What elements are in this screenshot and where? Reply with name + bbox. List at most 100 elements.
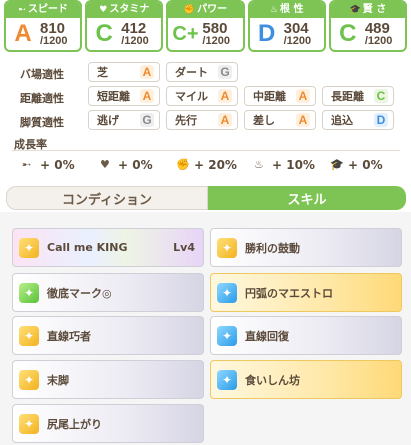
apt-grade: A xyxy=(218,89,232,103)
skill-name: 末脚 xyxy=(47,373,69,387)
skill-card[interactable]: ✦ 食いしん坊 xyxy=(210,360,402,399)
skill-card[interactable]: ✦ 勝利の鼓動 xyxy=(210,228,402,267)
growth-value: + 10% xyxy=(272,158,315,172)
heart-icon: ♥ xyxy=(99,5,108,15)
apt-name: 追込 xyxy=(331,114,353,127)
growth-value: + 0% xyxy=(40,158,75,172)
skill-icon: ✦ xyxy=(217,282,237,303)
apt-name: マイル xyxy=(175,90,208,103)
tab-condition[interactable]: コンディション xyxy=(6,186,208,210)
divider xyxy=(12,150,400,151)
skill-name: 直線回復 xyxy=(245,329,289,343)
apt-name: 先行 xyxy=(175,114,197,127)
apt-name: 中距離 xyxy=(253,90,286,103)
heart-icon: ♥ xyxy=(100,158,110,171)
stats-bar: ➸ スピード A 810/1200 ♥ スタミナ C 412/1200 ✊ パワー C… xyxy=(4,0,408,52)
style-runner: 逃げ G xyxy=(88,110,160,130)
speed-icon: ➸ xyxy=(18,5,26,15)
stat-max: /1200 xyxy=(283,35,312,47)
skill-name: 徹底マーク◎ xyxy=(47,286,112,300)
stat-grade: A xyxy=(14,20,32,47)
skill-name: Call me KING xyxy=(47,241,128,254)
stat-label: スピード xyxy=(27,4,68,15)
stat-grade: C xyxy=(95,20,113,47)
growth-value: + 0% xyxy=(348,158,383,172)
stat-power: ✊ パワー C+ 580/1200 xyxy=(166,0,245,52)
skill-card[interactable]: ✦ 徹底マーク◎ xyxy=(12,273,204,312)
skill-level: Lv4 xyxy=(173,241,195,254)
apt-name: ダート xyxy=(175,66,208,79)
skill-card[interactable]: ✦ 直線巧者 xyxy=(12,316,204,355)
style-leader: 先行 A xyxy=(166,110,238,130)
skill-card[interactable]: ✦ 末脚 xyxy=(12,360,204,399)
track-aptitude-label: バ場適性 xyxy=(20,68,64,81)
cap-icon: 🎓 xyxy=(330,158,344,171)
apt-grade: G xyxy=(218,65,232,79)
growth-value: + 20% xyxy=(194,158,237,172)
apt-grade: A xyxy=(140,65,154,79)
skill-name: 食いしん坊 xyxy=(245,373,300,387)
growth-guts: ♨ + 10% xyxy=(254,156,315,174)
style-betweener: 差し A xyxy=(244,110,316,130)
stat-max: /1200 xyxy=(121,35,149,47)
stat-label: 根 性 xyxy=(280,4,304,15)
apt-grade: C xyxy=(374,89,388,103)
apt-grade: D xyxy=(374,113,388,127)
growth-power: ✊ + 20% xyxy=(176,156,237,174)
skill-icon: ✦ xyxy=(19,282,39,303)
apt-name: 短距離 xyxy=(97,90,130,103)
skill-icon: ✦ xyxy=(217,369,237,390)
distance-medium: 中距離 A xyxy=(244,86,316,106)
stat-max: /1200 xyxy=(40,35,68,47)
flame-icon: ♨ xyxy=(254,158,264,171)
tab-skill[interactable]: スキル xyxy=(208,186,406,210)
apt-name: 長距離 xyxy=(331,90,364,103)
skill-card[interactable]: ✦ Call me KING Lv4 xyxy=(12,228,204,267)
skill-card[interactable]: ✦ 尻尾上がり xyxy=(12,404,204,443)
muscle-icon: ✊ xyxy=(183,5,196,15)
stat-value: 489 xyxy=(364,20,390,37)
stat-speed: ➸ スピード A 810/1200 xyxy=(4,0,83,52)
distance-short: 短距離 A xyxy=(88,86,160,106)
stat-label: パワー xyxy=(197,4,228,15)
skill-card[interactable]: ✦ 直線回復 xyxy=(210,316,402,355)
stat-grade: C xyxy=(339,20,357,47)
muscle-icon: ✊ xyxy=(176,158,190,171)
skill-icon: ✦ xyxy=(19,237,39,258)
growth-wisdom: 🎓 + 0% xyxy=(330,156,383,174)
track-dirt: ダート G xyxy=(166,62,238,82)
distance-aptitude-label: 距離適性 xyxy=(20,92,64,105)
skill-name: 勝利の鼓動 xyxy=(245,241,300,255)
skill-card[interactable]: ✦ 円弧のマエストロ xyxy=(210,273,402,312)
stat-value: 810 xyxy=(40,20,66,37)
skill-icon: ✦ xyxy=(217,237,237,258)
speed-icon: ➸ xyxy=(22,158,32,171)
skill-name: 尻尾上がり xyxy=(47,417,102,431)
skill-icon: ✦ xyxy=(19,325,39,346)
skill-icon: ✦ xyxy=(217,325,237,346)
apt-grade: A xyxy=(296,89,310,103)
distance-long: 長距離 C xyxy=(322,86,394,106)
stat-label: 賢 さ xyxy=(362,4,387,15)
stat-stamina: ♥ スタミナ C 412/1200 xyxy=(85,0,164,52)
stat-max: /1200 xyxy=(364,35,393,47)
stat-value: 304 xyxy=(283,20,309,37)
growth-value: + 0% xyxy=(118,158,153,172)
stat-label: スタミナ xyxy=(109,4,150,15)
skill-icon: ✦ xyxy=(19,369,39,390)
growth-speed: ➸ + 0% xyxy=(22,156,75,174)
apt-name: 差し xyxy=(253,114,275,127)
style-chaser: 追込 D xyxy=(322,110,394,130)
apt-grade: A xyxy=(140,89,154,103)
growth-stamina: ♥ + 0% xyxy=(100,156,153,174)
apt-grade: A xyxy=(296,113,310,127)
stat-value: 412 xyxy=(121,20,147,37)
skill-name: 円弧のマエストロ xyxy=(245,286,333,300)
stat-max: /1200 xyxy=(202,35,230,47)
stat-guts: ♨ 根 性 D 304/1200 xyxy=(247,0,326,52)
stat-wisdom: 🎓 賢 さ C 489/1200 xyxy=(328,0,408,52)
distance-mile: マイル A xyxy=(166,86,238,106)
stat-grade: D xyxy=(257,20,276,47)
apt-name: 逃げ xyxy=(97,114,119,127)
apt-name: 芝 xyxy=(97,66,108,79)
